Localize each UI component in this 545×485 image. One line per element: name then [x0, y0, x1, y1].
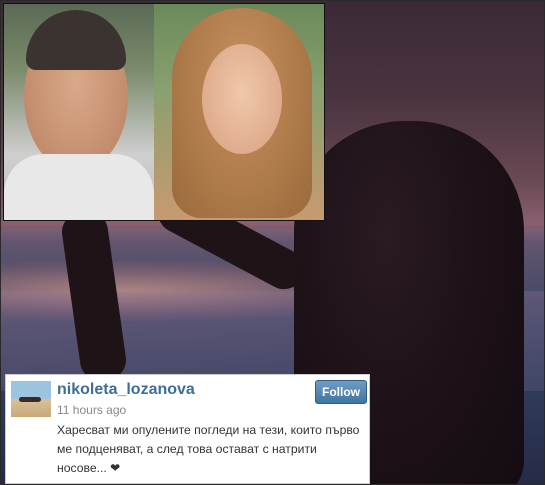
collage-frame: nikoleta_lozanova 11 hours ago Follow Ха…	[0, 0, 545, 485]
woman-photo	[154, 4, 324, 220]
post-text: Харесват ми опулените погледи на тези, к…	[57, 423, 360, 475]
inset-photo	[3, 3, 325, 221]
man-photo	[4, 4, 154, 220]
instagram-post-caption: nikoleta_lozanova 11 hours ago Follow Ха…	[5, 374, 370, 484]
avatar[interactable]	[11, 381, 51, 417]
man-hair	[26, 10, 126, 70]
man-jacket	[4, 154, 154, 220]
username-link[interactable]: nikoleta_lozanova	[57, 381, 195, 399]
post-timestamp: 11 hours ago	[57, 403, 127, 417]
woman-face	[202, 44, 282, 154]
follow-button[interactable]: Follow	[315, 380, 367, 404]
